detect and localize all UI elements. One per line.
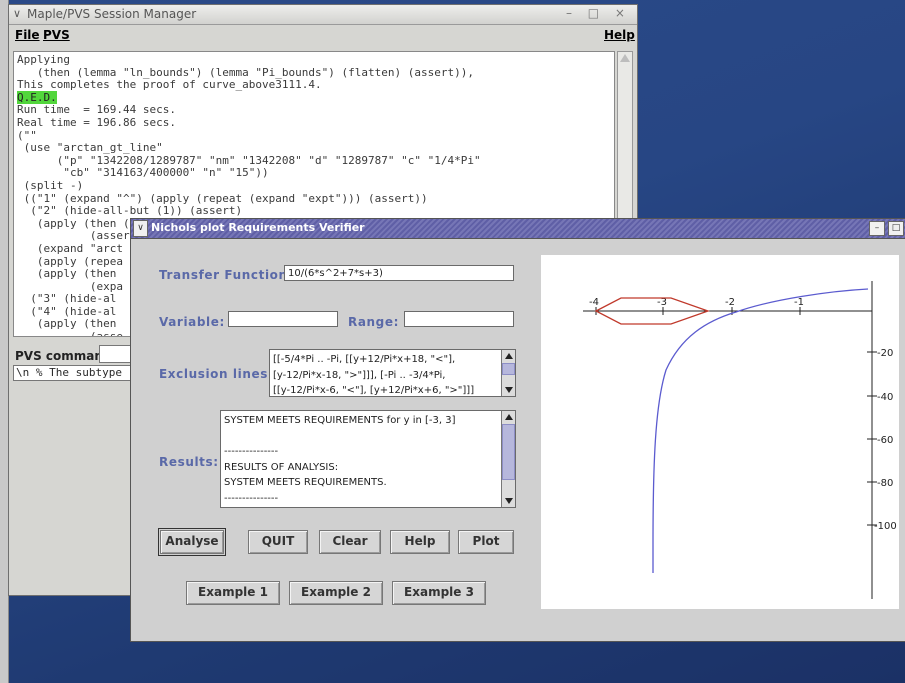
y-tick-label: -60 xyxy=(877,435,893,446)
qed-highlight: Q.E.D. xyxy=(17,90,57,104)
analyse-button[interactable]: Analyse xyxy=(158,528,226,556)
output-line: "cb" "314163/400000" "n" "15")) xyxy=(17,166,269,180)
results-label: Results: xyxy=(159,455,219,469)
exclusion-scrollbar[interactable] xyxy=(501,350,515,396)
output-line: (split -) xyxy=(17,178,84,192)
window-controls: – □ xyxy=(869,221,904,236)
maximize-icon[interactable]: □ xyxy=(888,221,904,236)
scroll-thumb[interactable] xyxy=(502,424,515,480)
minimize-icon[interactable]: – xyxy=(869,221,885,236)
results-scrollbar[interactable] xyxy=(501,411,515,507)
range-label: Range: xyxy=(348,315,400,329)
window-menu-icon[interactable]: ∨ xyxy=(13,7,21,20)
scroll-down-arrow-icon[interactable] xyxy=(505,387,513,393)
results-text: SYSTEM MEETS REQUIREMENTS for y in [-3, … xyxy=(224,415,456,504)
menu-help[interactable]: Help xyxy=(604,28,635,42)
quit-button[interactable]: QUIT xyxy=(248,530,308,554)
transfer-function-input[interactable]: 10/(6*s^2+7*s+3) xyxy=(284,265,514,281)
window-menu-icon[interactable]: ∨ xyxy=(133,220,148,237)
menu-file[interactable]: File xyxy=(15,28,40,42)
help-button[interactable]: Help xyxy=(390,530,450,554)
scroll-up-arrow-icon[interactable] xyxy=(505,353,513,359)
x-tick-label: -2 xyxy=(725,297,735,308)
y-tick-label: -100 xyxy=(874,521,897,532)
output-line: Applying xyxy=(17,53,70,66)
session-manager-titlebar[interactable]: ∨ Maple/PVS Session Manager – □ × xyxy=(9,5,637,25)
exclusion-lines-label: Exclusion lines: xyxy=(159,367,274,381)
scroll-up-arrow-icon[interactable] xyxy=(505,414,513,420)
transfer-function-label: Transfer Function: xyxy=(159,268,294,282)
output-line: Real time = 196.86 secs. xyxy=(17,115,176,129)
output-line: (use "arctan_gt_line" xyxy=(17,141,163,155)
nichols-curve xyxy=(652,288,869,573)
window-controls[interactable]: – □ × xyxy=(566,6,631,20)
menu-help-label: Help xyxy=(604,28,635,42)
output-line: ("2" (hide-all-but (1)) (assert) xyxy=(17,204,243,218)
menu-pvs-label: PVS xyxy=(43,28,70,42)
scroll-down-arrow-icon[interactable] xyxy=(505,498,513,504)
nichols-plot: -4 -3 -2 -1 -20 -40 -60 -80 -100 xyxy=(541,255,899,609)
nichols-verifier-window: ∨ Nichols plot Requirements Verifier – □… xyxy=(130,218,905,642)
variable-input[interactable] xyxy=(228,311,338,327)
session-manager-title: Maple/PVS Session Manager xyxy=(27,7,197,21)
example-3-button[interactable]: Example 3 xyxy=(392,581,486,605)
results-textarea[interactable]: SYSTEM MEETS REQUIREMENTS for y in [-3, … xyxy=(220,410,516,508)
x-tick-label: -4 xyxy=(589,297,599,308)
output-line: This completes the proof of curve_above3… xyxy=(17,78,322,92)
exclusion-lines-text: [[-5/4*Pi .. -Pi, [[y+12/Pi*x+18, "<"], … xyxy=(273,354,475,396)
y-tick-label: -40 xyxy=(877,392,893,403)
scroll-up-arrow-icon[interactable] xyxy=(620,54,630,62)
scroll-thumb[interactable] xyxy=(502,363,515,375)
exclusion-lines-textarea[interactable]: [[-5/4*Pi .. -Pi, [[y+12/Pi*x+18, "<"], … xyxy=(269,349,516,397)
range-input[interactable] xyxy=(404,311,514,327)
y-tick-label: -80 xyxy=(877,478,893,489)
message-line: \n % The subtype xyxy=(13,365,143,381)
example-2-button[interactable]: Example 2 xyxy=(289,581,383,605)
plot-button[interactable]: Plot xyxy=(458,530,514,554)
example-1-button[interactable]: Example 1 xyxy=(186,581,280,605)
clear-button[interactable]: Clear xyxy=(319,530,381,554)
nichols-title: Nichols plot Requirements Verifier xyxy=(151,221,365,234)
menu-pvs[interactable]: PVS xyxy=(43,28,70,42)
menu-file-label: File xyxy=(15,28,40,42)
y-tick-label: -20 xyxy=(877,348,893,359)
x-tick-label: -1 xyxy=(794,297,804,308)
menubar: File PVS Help xyxy=(9,25,637,45)
variable-label: Variable: xyxy=(159,315,225,329)
nichols-titlebar[interactable]: ∨ Nichols plot Requirements Verifier – □ xyxy=(131,219,905,239)
